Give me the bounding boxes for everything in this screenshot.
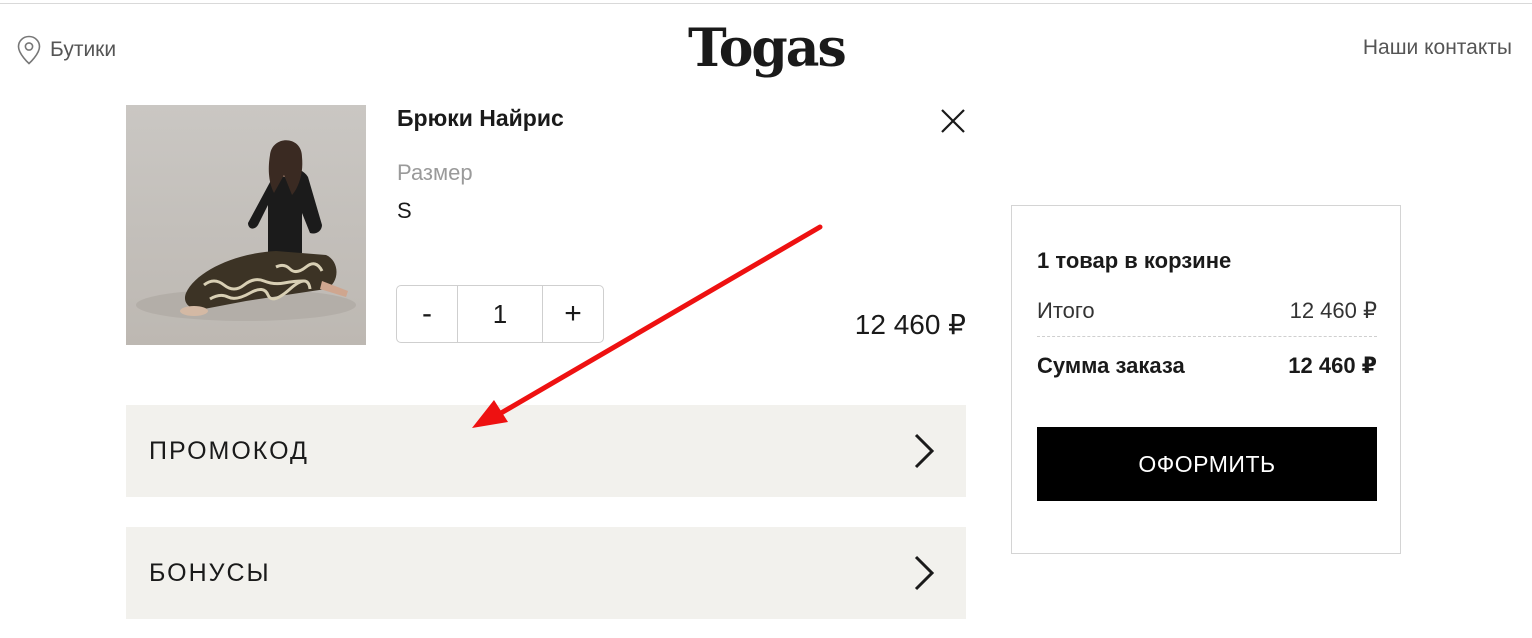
- order-sum-label: Сумма заказа: [1037, 353, 1185, 378]
- contacts-link[interactable]: Наши контакты: [1363, 36, 1512, 60]
- location-pin-icon: [17, 35, 41, 65]
- size-label: Размер: [397, 160, 473, 185]
- chevron-right-icon: [914, 555, 935, 591]
- cart-count: 1 товар в корзине: [1037, 248, 1232, 273]
- quantity-stepper: - 1 +: [396, 285, 604, 343]
- bonuses-section[interactable]: БОНУСЫ: [126, 527, 966, 619]
- size-value: S: [397, 198, 412, 223]
- boutiques-label: Бутики: [50, 38, 117, 61]
- close-icon[interactable]: [936, 104, 970, 138]
- product-price: 12 460 ₽: [854, 309, 966, 340]
- total-label: Итого: [1037, 298, 1095, 323]
- total-value: 12 460 ₽: [1289, 298, 1377, 323]
- togas-logo[interactable]: Togas: [688, 18, 847, 80]
- product-name[interactable]: Брюки Найрис: [397, 105, 564, 132]
- product-image[interactable]: [126, 105, 366, 345]
- chevron-right-icon: [914, 433, 935, 469]
- top-border: [0, 3, 1532, 4]
- bonuses-label: БОНУСЫ: [149, 558, 271, 587]
- order-sum-row: Сумма заказа 12 460 ₽: [1037, 353, 1377, 379]
- order-summary: 1 товар в корзине Итого 12 460 ₽ Сумма з…: [1011, 205, 1401, 554]
- checkout-button[interactable]: ОФОРМИТЬ: [1037, 427, 1377, 501]
- promo-code-section[interactable]: ПРОМОКОД: [126, 405, 966, 497]
- total-row: Итого 12 460 ₽: [1037, 298, 1377, 337]
- boutiques-link[interactable]: Бутики: [17, 35, 116, 65]
- promo-code-label: ПРОМОКОД: [149, 436, 309, 465]
- increase-quantity-button[interactable]: +: [543, 286, 603, 342]
- quantity-value[interactable]: 1: [457, 286, 543, 342]
- decrease-quantity-button[interactable]: -: [397, 286, 457, 342]
- order-sum-value: 12 460 ₽: [1288, 353, 1377, 378]
